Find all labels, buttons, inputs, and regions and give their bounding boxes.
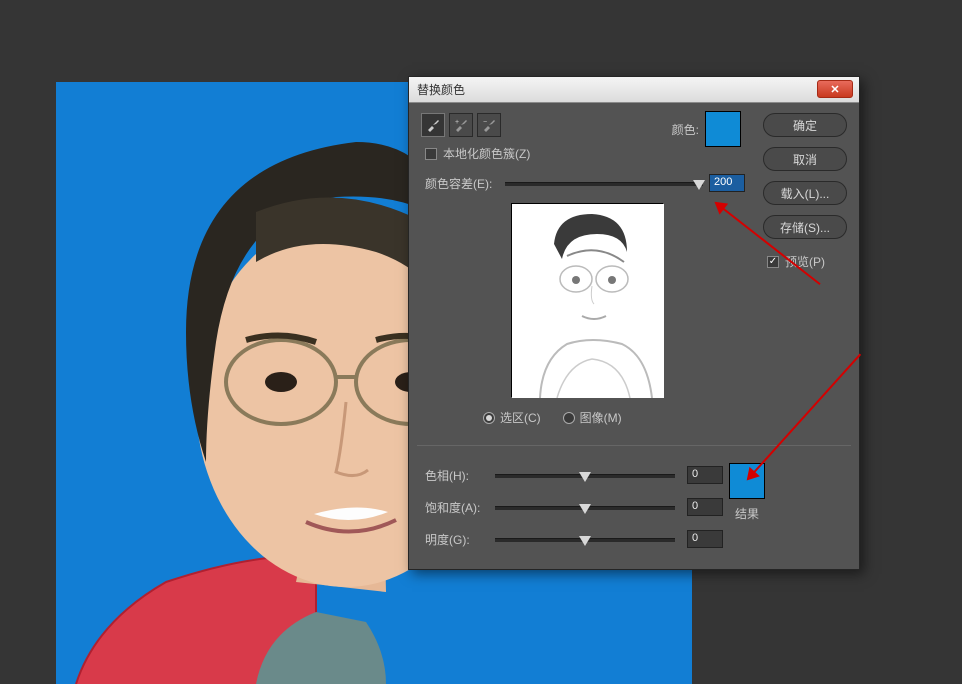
dialog-titlebar[interactable]: 替换颜色 ✕ [409,77,859,103]
svg-text:+: + [455,119,459,126]
selection-color-swatch[interactable] [705,111,741,147]
save-button[interactable]: 存储(S)... [763,215,847,239]
fuzziness-slider[interactable] [505,182,703,186]
saturation-input[interactable]: 0 [687,498,723,516]
saturation-slider[interactable] [495,506,675,510]
lightness-label: 明度(G): [425,531,470,548]
divider [417,445,851,446]
slider-thumb-icon[interactable] [579,536,591,546]
eyedropper-subtract-tool[interactable]: − [477,113,501,137]
slider-thumb-icon[interactable] [579,472,591,482]
hue-label: 色相(H): [425,467,469,484]
lightness-input[interactable]: 0 [687,530,723,548]
cancel-button[interactable]: 取消 [763,147,847,171]
slider-thumb-icon[interactable] [693,180,705,190]
close-icon: ✕ [830,83,839,96]
eyedropper-add-tool[interactable]: + [449,113,473,137]
preview-checkbox[interactable]: ✓ [767,256,779,268]
image-radio-label: 图像(M) [580,409,622,426]
load-button[interactable]: 载入(L)... [763,181,847,205]
result-label: 结果 [735,505,759,522]
hue-slider[interactable] [495,474,675,478]
image-radio[interactable] [563,412,575,424]
lightness-slider[interactable] [495,538,675,542]
localized-checkbox[interactable] [425,148,437,160]
selection-preview [511,203,663,397]
color-label: 颜色: [672,121,699,138]
dialog-title: 替换颜色 [417,81,465,98]
ok-button[interactable]: 确定 [763,113,847,137]
hue-input[interactable]: 0 [687,466,723,484]
replace-color-dialog: 替换颜色 ✕ + − 颜色: 本地化颜色簇(Z) 颜色容差(E): 200 [408,76,860,570]
close-button[interactable]: ✕ [817,80,853,98]
selection-radio-label: 选区(C) [500,409,541,426]
localized-label: 本地化颜色簇(Z) [443,145,530,162]
saturation-label: 饱和度(A): [425,499,480,516]
fuzziness-label: 颜色容差(E): [425,175,492,192]
selection-radio[interactable] [483,412,495,424]
svg-text:−: − [483,119,487,126]
slider-thumb-icon[interactable] [579,504,591,514]
fuzziness-input[interactable]: 200 [709,174,745,192]
eyedropper-tool[interactable] [421,113,445,137]
